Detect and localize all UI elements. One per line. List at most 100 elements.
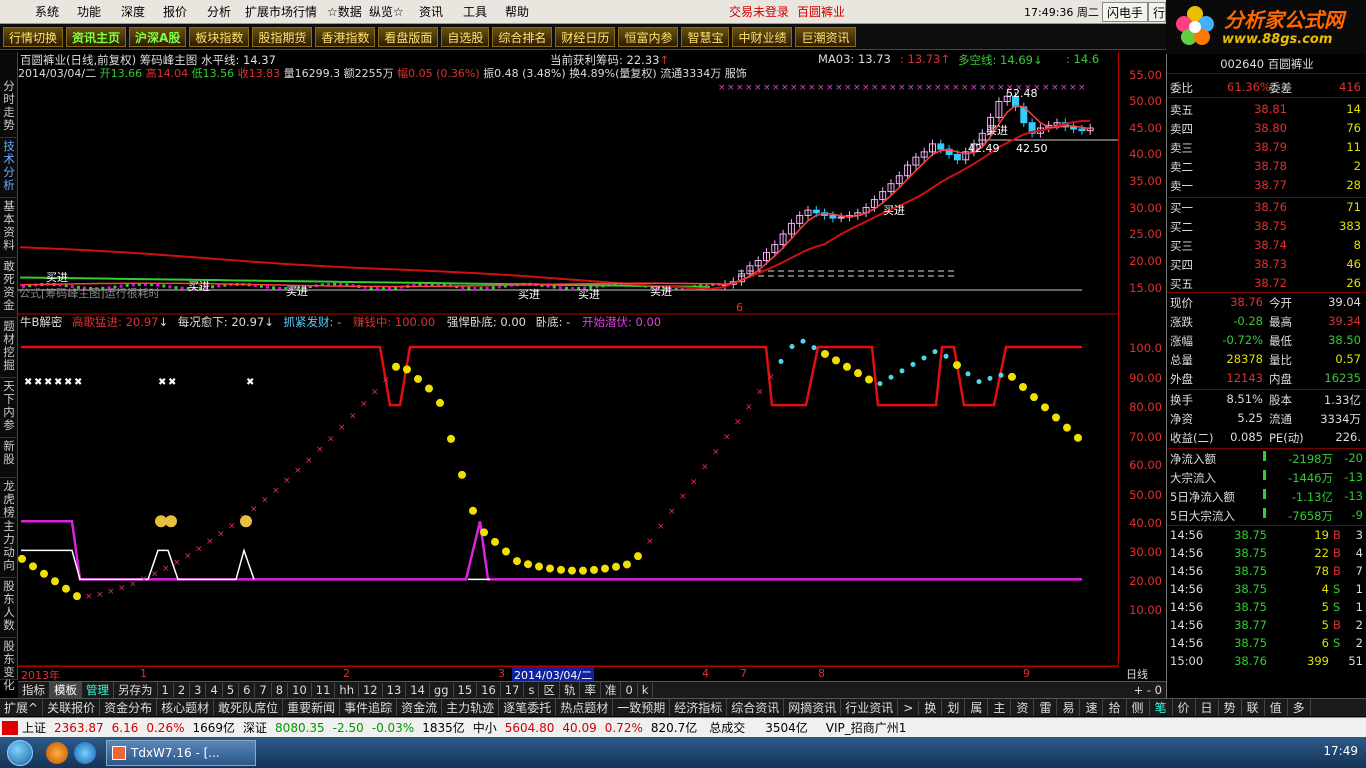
period-label[interactable]: 日线 xyxy=(1118,666,1166,681)
bottom-nav-18[interactable]: 划 xyxy=(942,699,966,716)
menu-item-7[interactable]: 纵览☆ xyxy=(362,3,411,20)
toolbar-button-9[interactable]: 财经日历 xyxy=(555,26,616,47)
bottom-nav-14[interactable]: 网摘资讯 xyxy=(784,699,842,716)
indicator-tab-21[interactable]: 17 xyxy=(501,683,525,697)
left-nav-0[interactable]: 分时走势 xyxy=(0,80,18,138)
left-nav-1[interactable]: 技术分析 xyxy=(0,140,18,198)
indicator-tab-23[interactable]: 区 xyxy=(539,682,560,698)
indicator-tab-1[interactable]: 模板 xyxy=(50,682,82,698)
ie-icon[interactable] xyxy=(74,741,96,764)
indicator-tab-4[interactable]: 1 xyxy=(158,683,174,697)
indicator-tab-20[interactable]: 16 xyxy=(477,683,501,697)
left-nav-2[interactable]: 基本资料 xyxy=(0,200,18,258)
indicator-tab-8[interactable]: 5 xyxy=(223,683,240,697)
toolbar-button-7[interactable]: 自选股 xyxy=(441,26,490,47)
menu-item-10[interactable]: 帮助 xyxy=(498,3,536,20)
indicator-tab-5[interactable]: 2 xyxy=(174,683,191,697)
menu-item-8[interactable]: 资讯 xyxy=(412,3,450,20)
bottom-nav-17[interactable]: 换 xyxy=(919,699,943,716)
toolbar-button-12[interactable]: 中财业绩 xyxy=(732,26,793,47)
indicator-tab-16[interactable]: 13 xyxy=(383,683,407,697)
indicator-tab-28[interactable]: k xyxy=(638,683,654,697)
toolbar-button-13[interactable]: 巨潮资讯 xyxy=(795,26,856,47)
indicator-tab-12[interactable]: 10 xyxy=(288,683,312,697)
toolbar-button-5[interactable]: 香港指数 xyxy=(315,26,376,47)
login-status[interactable]: 交易未登录 xyxy=(722,3,796,20)
menu-item-3[interactable]: 报价 xyxy=(156,3,194,20)
indicator-tab-10[interactable]: 7 xyxy=(255,683,272,697)
indicator-tab-19[interactable]: 15 xyxy=(454,683,478,697)
toolbar-button-3[interactable]: 板块指数 xyxy=(189,26,250,47)
bottom-nav-3[interactable]: 核心题材 xyxy=(157,699,215,716)
menu-item-0[interactable]: 系统 xyxy=(28,3,66,20)
toolbar-button-4[interactable]: 股指期货 xyxy=(252,26,313,47)
start-button[interactable] xyxy=(0,737,40,768)
indicator-tab-14[interactable]: hh xyxy=(335,683,359,697)
indicator-tab-6[interactable]: 3 xyxy=(190,683,207,697)
toolbar-button-10[interactable]: 恒富内参 xyxy=(618,26,679,47)
zoom-controls[interactable]: + - 0 xyxy=(1134,683,1162,697)
flash-trade-button[interactable]: 闪电手 xyxy=(1102,2,1149,22)
bottom-nav-31[interactable]: 联 xyxy=(1242,699,1265,716)
indicator-tab-2[interactable]: 管理 xyxy=(82,682,114,698)
indicator-tab-24[interactable]: 轨 xyxy=(560,682,581,698)
bottom-nav-13[interactable]: 综合资讯 xyxy=(727,699,785,716)
bottom-nav-12[interactable]: 经济指标 xyxy=(670,699,728,716)
bottom-nav-11[interactable]: 一致预期 xyxy=(613,699,671,716)
bottom-nav-27[interactable]: 笔 xyxy=(1150,699,1173,716)
bottom-nav-4[interactable]: 敢死队席位 xyxy=(214,699,284,716)
menu-item-2[interactable]: 深度 xyxy=(114,3,152,20)
left-nav-10[interactable]: 股东变化 xyxy=(0,640,18,692)
sh-label[interactable]: 上证 xyxy=(18,719,50,736)
main-chart-area[interactable]: × × × × × × × × × × × × × × × × × × × × × × × × × × × × × × × × × × × × × × × ×… xyxy=(18,52,1118,666)
bottom-nav-1[interactable]: 关联报价 xyxy=(43,699,101,716)
indicator-tab-18[interactable]: gg xyxy=(430,683,454,697)
bottom-nav-20[interactable]: 主 xyxy=(988,699,1012,716)
left-nav-5[interactable]: 天下内参 xyxy=(0,380,18,438)
sz-label[interactable]: 深证 xyxy=(239,719,271,736)
indicator-tab-7[interactable]: 4 xyxy=(206,683,223,697)
zx-label[interactable]: 中小 xyxy=(469,719,501,736)
bottom-nav-25[interactable]: 拾 xyxy=(1103,699,1127,716)
bottom-nav-2[interactable]: 资金分布 xyxy=(100,699,158,716)
toolbar-button-8[interactable]: 综合排名 xyxy=(492,26,553,47)
left-nav-6[interactable]: 新股 xyxy=(0,440,18,478)
left-nav-9[interactable]: 股东人数 xyxy=(0,580,18,638)
bottom-nav-7[interactable]: 资金流 xyxy=(397,699,443,716)
bottom-nav-15[interactable]: 行业资讯 xyxy=(841,699,899,716)
left-nav-4[interactable]: 题材挖掘 xyxy=(0,320,18,378)
bottom-nav-9[interactable]: 逐笔委托 xyxy=(499,699,557,716)
bottom-nav-30[interactable]: 势 xyxy=(1219,699,1242,716)
indicator-tab-27[interactable]: 0 xyxy=(621,683,638,697)
menu-item-1[interactable]: 功能 xyxy=(70,3,108,20)
bottom-nav-28[interactable]: 价 xyxy=(1173,699,1196,716)
bottom-nav-10[interactable]: 热点题材 xyxy=(556,699,614,716)
indicator-tab-0[interactable]: 指标 xyxy=(18,682,50,698)
bottom-nav-23[interactable]: 易 xyxy=(1057,699,1081,716)
indicator-tab-3[interactable]: 另存为 xyxy=(114,682,158,698)
menu-item-5[interactable]: 扩展市场行情 xyxy=(238,3,324,20)
menu-item-9[interactable]: 工具 xyxy=(456,3,494,20)
indicator-tab-26[interactable]: 准 xyxy=(601,682,622,698)
bottom-nav-26[interactable]: 侧 xyxy=(1127,699,1150,716)
bottom-nav-24[interactable]: 速 xyxy=(1080,699,1104,716)
vip-server[interactable]: VIP_招商广州1 xyxy=(822,719,911,736)
bottom-nav-32[interactable]: 值 xyxy=(1265,699,1288,716)
indicator-tab-13[interactable]: 11 xyxy=(312,683,336,697)
bottom-nav-8[interactable]: 主力轨迹 xyxy=(442,699,500,716)
market-button[interactable]: 行 xyxy=(1148,2,1166,22)
toolbar-button-0[interactable]: 行情切换 xyxy=(3,26,64,47)
left-nav-7[interactable]: 龙虎榜 xyxy=(0,480,18,519)
toolbar-button-1[interactable]: 资讯主页 xyxy=(66,26,127,47)
bottom-nav-19[interactable]: 属 xyxy=(965,699,989,716)
menu-item-4[interactable]: 分析 xyxy=(200,3,238,20)
toolbar-button-6[interactable]: 看盘版面 xyxy=(378,26,439,47)
indicator-tab-25[interactable]: 率 xyxy=(580,682,601,698)
bottom-nav-33[interactable]: 多 xyxy=(1288,699,1311,716)
indicator-tab-15[interactable]: 12 xyxy=(359,683,383,697)
bottom-nav-5[interactable]: 重要新闻 xyxy=(283,699,341,716)
toolbar-button-11[interactable]: 智慧宝 xyxy=(681,26,730,47)
left-nav-8[interactable]: 主力动向 xyxy=(0,520,18,578)
left-nav-3[interactable]: 敢死资金 xyxy=(0,260,18,318)
toolbar-button-2[interactable]: 沪深A股 xyxy=(129,26,187,47)
